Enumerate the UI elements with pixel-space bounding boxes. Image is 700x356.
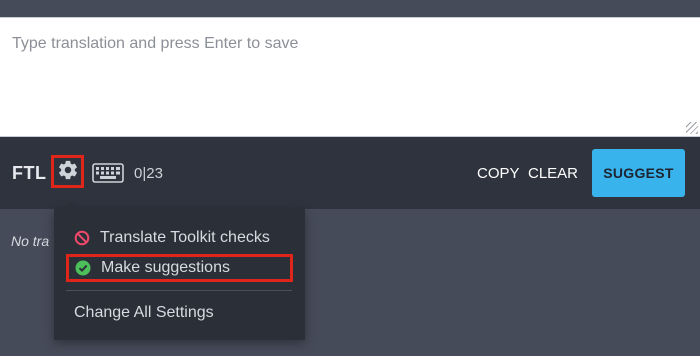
menu-item-change-all-settings[interactable]: Change All Settings <box>66 299 296 327</box>
keyboard-icon <box>92 163 124 187</box>
suggest-button[interactable]: SUGGEST <box>592 149 685 197</box>
top-strip <box>0 0 700 17</box>
clear-button[interactable]: CLEAR <box>528 165 578 182</box>
ftl-format-label: FTL <box>12 163 47 183</box>
editor-toolbar: FTL 0|23 COPY CLEAR SUGGEST <box>0 137 700 209</box>
menu-item-make-suggestions[interactable]: Make suggestions <box>66 254 293 282</box>
menu-item-label: Change All Settings <box>74 304 214 321</box>
keyboard-shortcuts-button[interactable] <box>92 163 124 183</box>
menu-item-label: Make suggestions <box>101 259 230 276</box>
menu-pointer <box>62 201 78 209</box>
menu-item-translate-toolkit-checks[interactable]: Translate Toolkit checks <box>66 224 296 252</box>
settings-menu: Translate Toolkit checks Make suggestion… <box>54 201 305 340</box>
resize-handle[interactable] <box>686 122 698 134</box>
character-counter: 0|23 <box>134 165 163 182</box>
translation-input[interactable] <box>0 18 700 136</box>
no-translations-text: No tra <box>11 233 50 249</box>
menu-divider <box>66 290 292 291</box>
gear-icon <box>57 159 79 184</box>
menu-item-label: Translate Toolkit checks <box>100 229 270 246</box>
settings-button[interactable] <box>51 155 84 188</box>
copy-button[interactable]: COPY <box>477 165 520 182</box>
translation-editor-container <box>0 17 700 137</box>
prohibited-icon <box>74 230 90 246</box>
check-circle-icon <box>75 260 91 276</box>
